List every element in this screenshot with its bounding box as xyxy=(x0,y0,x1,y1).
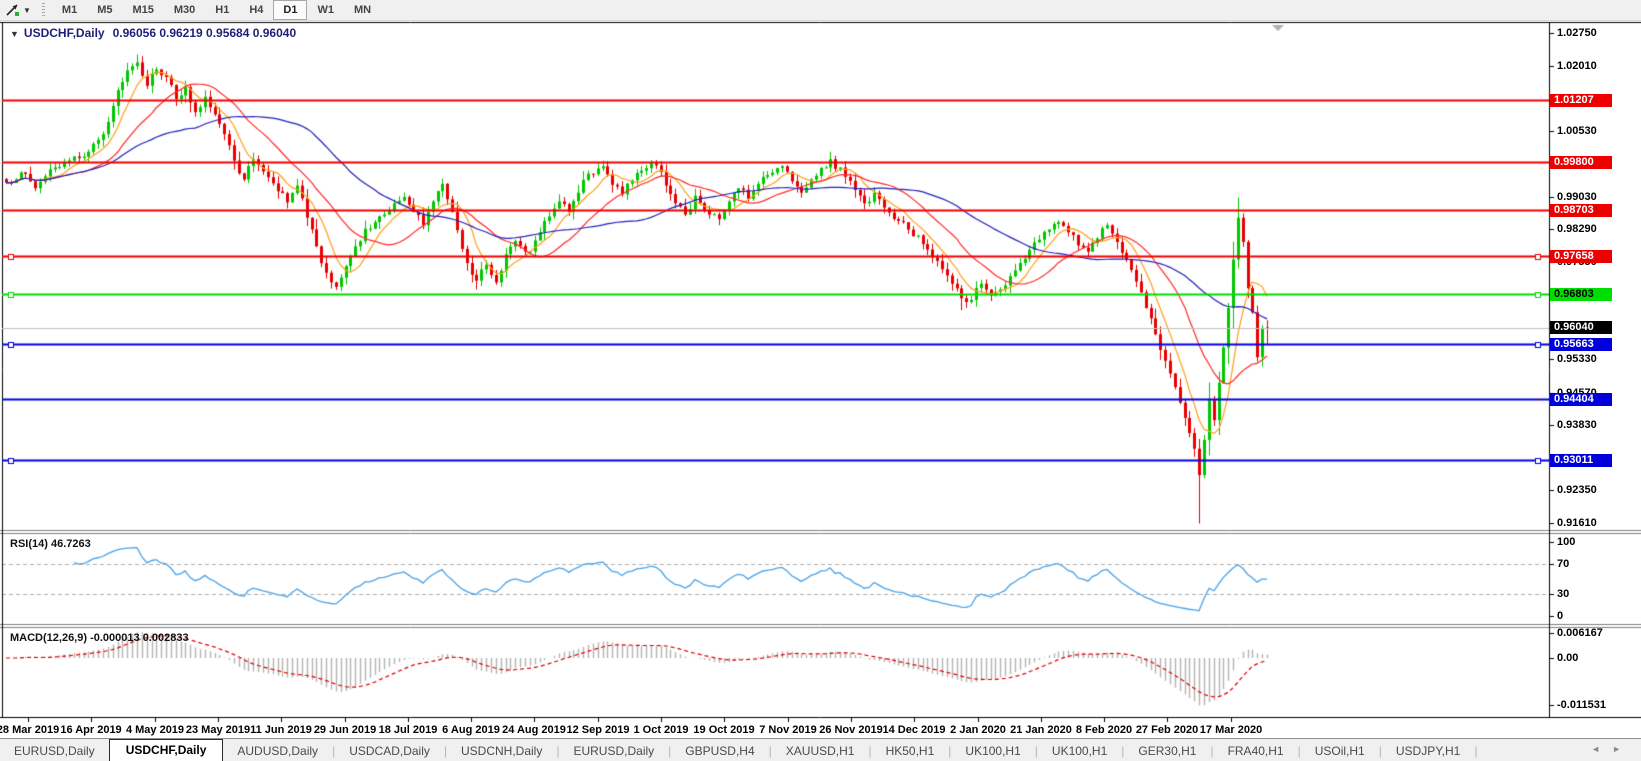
rsi-axis-label: 30 xyxy=(1557,588,1569,600)
date-axis-label: 27 Feb 2020 xyxy=(1136,724,1198,736)
timeframe-button-h1[interactable]: H1 xyxy=(205,0,239,20)
symbol-tab-eurusd[interactable]: EURUSD,Daily xyxy=(0,741,109,761)
tab-scroll-arrows: ◄► xyxy=(1591,744,1633,754)
price-axis-label: 1.02010 xyxy=(1557,60,1597,72)
date-axis-label: 19 Oct 2019 xyxy=(693,724,754,736)
symbol-tab-audusd[interactable]: AUDUSD,Daily xyxy=(223,741,332,761)
timeframe-button-m5[interactable]: M5 xyxy=(87,0,122,20)
hline-price-tag: 0.97658 xyxy=(1550,250,1612,263)
date-axis-label: 21 Jan 2020 xyxy=(1010,724,1072,736)
symbol-tab-usdcnh[interactable]: USDCNH,Daily xyxy=(447,741,556,761)
symbol-tab-xauusd[interactable]: XAUUSD,H1 xyxy=(772,741,869,761)
timeframe-button-m15[interactable]: M15 xyxy=(122,0,163,20)
timeframe-button-mn[interactable]: MN xyxy=(344,0,381,20)
symbol-label: USDCHF,Daily xyxy=(24,26,105,40)
date-axis-label: 17 Mar 2020 xyxy=(1200,724,1262,736)
macd-indicator-label: MACD(12,26,9) -0.000013 0.002833 xyxy=(10,632,189,644)
date-axis-label: 6 Aug 2019 xyxy=(442,724,500,736)
hline-price-tag: 0.99800 xyxy=(1550,156,1612,169)
timeframe-button-h4[interactable]: H4 xyxy=(239,0,273,20)
date-axis-label: 24 Aug 2019 xyxy=(502,724,566,736)
hline-price-tag: 0.94404 xyxy=(1550,393,1612,406)
hline-price-tag: 0.93011 xyxy=(1550,454,1612,467)
tab-scroll-right-icon[interactable]: ► xyxy=(1612,744,1633,754)
timeframe-button-m30[interactable]: M30 xyxy=(164,0,205,20)
symbol-tab-ger30[interactable]: GER30,H1 xyxy=(1124,741,1210,761)
date-axis-label: 2 Jan 2020 xyxy=(950,724,1006,736)
chart-canvas[interactable] xyxy=(0,0,1641,761)
date-axis-label: 28 Mar 2019 xyxy=(0,724,59,736)
hline-price-tag: 0.95663 xyxy=(1550,338,1612,351)
price-axis-label: 0.98290 xyxy=(1557,223,1597,235)
chevron-down-icon[interactable]: ▼ xyxy=(10,29,19,39)
price-axis-label: 0.93830 xyxy=(1557,419,1597,431)
date-axis-label: 8 Feb 2020 xyxy=(1076,724,1132,736)
chevron-down-icon[interactable]: ▼ xyxy=(23,6,31,15)
price-axis-label: 1.02750 xyxy=(1557,27,1597,39)
date-axis-label: 7 Nov 2019 xyxy=(759,724,816,736)
symbol-tab-eurusd[interactable]: EURUSD,Daily xyxy=(559,741,668,761)
price-axis-label: 0.95330 xyxy=(1557,353,1597,365)
macd-axis-label: 0.006167 xyxy=(1557,627,1603,639)
date-axis-label: 12 Sep 2019 xyxy=(567,724,630,736)
timeframe-button-d1[interactable]: D1 xyxy=(273,0,307,20)
symbol-tab-bar: EURUSD,DailyUSDCHF,DailyAUDUSD,Daily|USD… xyxy=(0,738,1641,761)
macd-axis-label: -0.011531 xyxy=(1557,699,1606,711)
toolbar-grip-handle[interactable] xyxy=(42,3,45,17)
ohlc-values: 0.96056 0.96219 0.95684 0.96040 xyxy=(113,26,297,40)
date-axis-label: 1 Oct 2019 xyxy=(633,724,688,736)
rsi-name: RSI(14) xyxy=(10,538,48,550)
symbol-tab-usdchf[interactable]: USDCHF,Daily xyxy=(109,739,224,761)
date-axis-label: 11 Jun 2019 xyxy=(250,724,312,736)
rsi-axis-label: 0 xyxy=(1557,610,1563,622)
symbol-tab-hk50[interactable]: HK50,H1 xyxy=(872,741,949,761)
price-axis-label: 0.91610 xyxy=(1557,517,1597,529)
current-price-tag: 0.96040 xyxy=(1550,321,1612,334)
rsi-axis-label: 100 xyxy=(1557,536,1575,548)
rsi-value: 46.7263 xyxy=(51,538,91,550)
symbol-tab-uk100[interactable]: UK100,H1 xyxy=(1038,741,1121,761)
hline-price-tag: 0.98703 xyxy=(1550,204,1612,217)
chart-symbol-title[interactable]: ▼ USDCHF,Daily 0.96056 0.96219 0.95684 0.9… xyxy=(10,26,296,40)
date-axis-label: 29 Jun 2019 xyxy=(314,724,376,736)
macd-values: -0.000013 0.002833 xyxy=(90,632,188,644)
date-axis-label: 23 May 2019 xyxy=(186,724,250,736)
symbol-tab-usdjpy[interactable]: USDJPY,H1 xyxy=(1382,741,1474,761)
symbol-tab-uk100[interactable]: UK100,H1 xyxy=(951,741,1034,761)
chart-tool-icon[interactable] xyxy=(4,2,22,18)
date-axis-label: 4 May 2019 xyxy=(126,724,184,736)
trading-platform-window: ▼ M1M5M15M30H1H4D1W1MN ▼ USDCHF,Daily 0.96… xyxy=(0,0,1641,761)
date-axis-label: 18 Jul 2019 xyxy=(379,724,438,736)
date-axis-label: 16 Apr 2019 xyxy=(60,724,121,736)
timeframe-button-w1[interactable]: W1 xyxy=(307,0,344,20)
price-axis-label: 0.92350 xyxy=(1557,484,1597,496)
tab-separator: | xyxy=(1474,744,1477,758)
price-axis-label: 1.00530 xyxy=(1557,125,1597,137)
hline-price-tag: 1.01207 xyxy=(1550,94,1612,107)
date-axis-label: 14 Dec 2019 xyxy=(883,724,946,736)
symbol-tab-gbpusd[interactable]: GBPUSD,H4 xyxy=(671,741,768,761)
price-axis-label: 0.99030 xyxy=(1557,191,1597,203)
hline-price-tag: 0.96803 xyxy=(1550,288,1612,301)
macd-name: MACD(12,26,9) xyxy=(10,632,87,644)
symbol-tab-usdcad[interactable]: USDCAD,Daily xyxy=(335,741,444,761)
timeframe-toolbar: ▼ M1M5M15M30H1H4D1W1MN xyxy=(0,0,1641,21)
tab-scroll-left-icon[interactable]: ◄ xyxy=(1591,744,1612,754)
timeframe-button-m1[interactable]: M1 xyxy=(52,0,87,20)
timeframe-buttons: M1M5M15M30H1H4D1W1MN xyxy=(52,0,381,20)
rsi-indicator-label: RSI(14) 46.7263 xyxy=(10,538,91,550)
date-axis-label: 26 Nov 2019 xyxy=(819,724,883,736)
macd-axis-label: 0.00 xyxy=(1557,652,1578,664)
rsi-axis-label: 70 xyxy=(1557,558,1569,570)
symbol-tab-fra40[interactable]: FRA40,H1 xyxy=(1214,741,1298,761)
symbol-tab-usoil[interactable]: USOil,H1 xyxy=(1301,741,1379,761)
